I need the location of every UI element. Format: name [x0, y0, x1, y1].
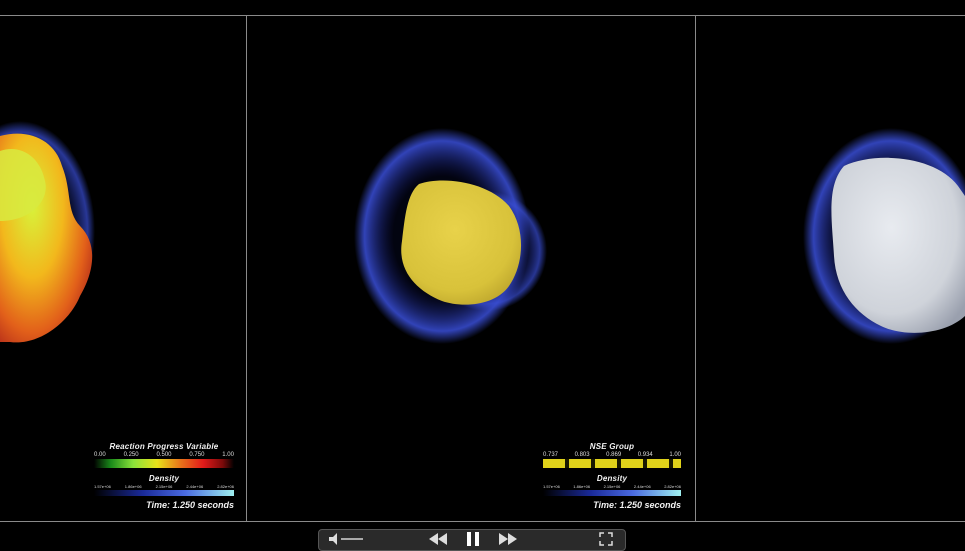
fullscreen-icon[interactable]: [599, 532, 613, 548]
time-label: Time: 1.250 seconds: [146, 500, 234, 510]
legend-title: NSE Group: [589, 442, 635, 451]
tick-label: 0.803: [574, 452, 590, 458]
density-ticks: 1.57e+06 1.86e+06 2.15e+06 2.44e+06 2.82…: [94, 484, 234, 489]
nse-color-bar: [543, 459, 681, 468]
tick-label: 1.86e+06: [573, 484, 591, 489]
legend-ticks: 0.00 0.250 0.500 0.750 1.00: [94, 452, 234, 458]
tick-label: 2.82e+06: [217, 484, 234, 489]
tick-label: 2.15e+06: [603, 484, 621, 489]
panel-combined: [696, 16, 965, 521]
supernova-render-right: [803, 128, 965, 344]
tick-label: 0.750: [189, 452, 205, 458]
video-controls: [318, 529, 626, 551]
tick-label: 2.82e+06: [664, 484, 681, 489]
tick-label: 2.44e+06: [186, 484, 204, 489]
legend-nse: NSE Group 0.737 0.803 0.869 0.934 1.00 D…: [543, 442, 681, 510]
pause-icon[interactable]: [465, 532, 481, 548]
tick-label: 1.57e+06: [94, 484, 111, 489]
legend-title: Reaction Progress Variable: [109, 442, 219, 451]
panel-nse-group: NSE Group 0.737 0.803 0.869 0.934 1.00 D…: [247, 16, 695, 521]
rewind-icon[interactable]: [427, 532, 449, 548]
density-title: Density: [148, 474, 180, 483]
tick-label: 0.250: [123, 452, 139, 458]
tick-label: 0.869: [606, 452, 622, 458]
tick-label: 1.57e+06: [543, 484, 560, 489]
density-color-bar: [543, 490, 681, 496]
tick-label: 1.00: [222, 452, 234, 458]
tick-label: 2.15e+06: [155, 484, 173, 489]
tick-label: 1.86e+06: [124, 484, 142, 489]
tick-label: 0.737: [543, 452, 559, 458]
tick-label: 0.934: [637, 452, 653, 458]
tick-label: 2.44e+06: [633, 484, 651, 489]
density-title: Density: [596, 474, 628, 483]
density-color-bar: [94, 490, 234, 496]
legend-reaction-progress: Reaction Progress Variable 0.00 0.250 0.…: [94, 442, 234, 510]
top-bar: [0, 0, 965, 16]
density-ticks: 1.57e+06 1.86e+06 2.15e+06 2.44e+06 2.82…: [543, 484, 681, 489]
time-label: Time: 1.250 seconds: [593, 500, 681, 510]
bottom-divider: [0, 521, 965, 522]
tick-label: 1.00: [669, 452, 681, 458]
reaction-color-bar: [94, 459, 234, 468]
tick-label: 0.00: [94, 452, 106, 458]
legend-ticks: 0.737 0.803 0.869 0.934 1.00: [543, 452, 681, 458]
tick-label: 0.500: [156, 452, 172, 458]
fast-forward-icon[interactable]: [497, 532, 519, 548]
volume-icon[interactable]: [327, 532, 367, 548]
